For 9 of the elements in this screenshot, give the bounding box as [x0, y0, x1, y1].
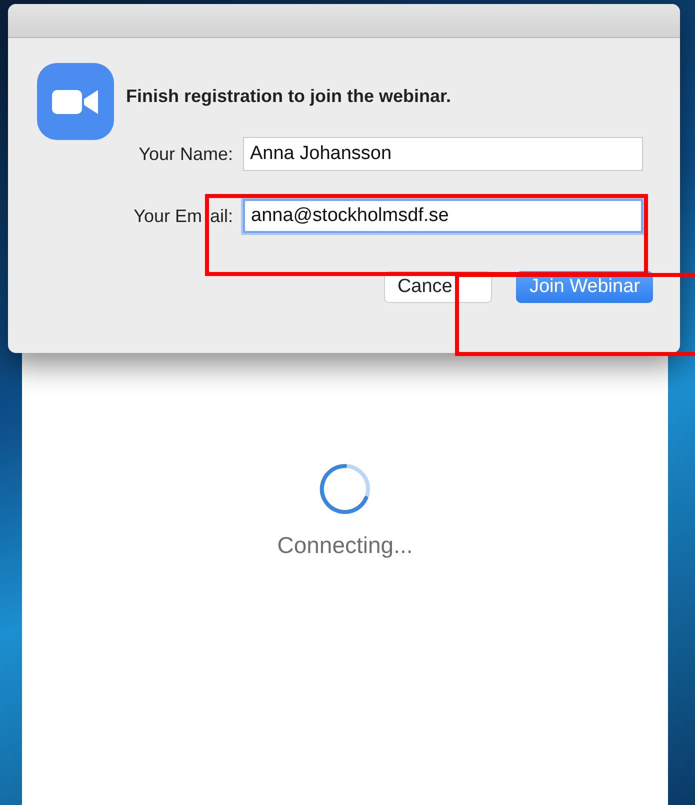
text-field[interactable]: Anna Johansson — [243, 137, 643, 171]
video-camera-icon — [37, 63, 114, 140]
dialog-title: Finish registration to join the webinar. — [126, 85, 452, 108]
connecting-status: Connecting... — [277, 531, 413, 560]
field-label: ail: — [210, 204, 233, 228]
field-label: Your Em — [134, 204, 202, 228]
text-field[interactable]: anna@stockholmsdf.se — [243, 199, 643, 233]
field-label: Your Name: — [138, 142, 233, 166]
loading-spinner-icon — [318, 462, 372, 516]
